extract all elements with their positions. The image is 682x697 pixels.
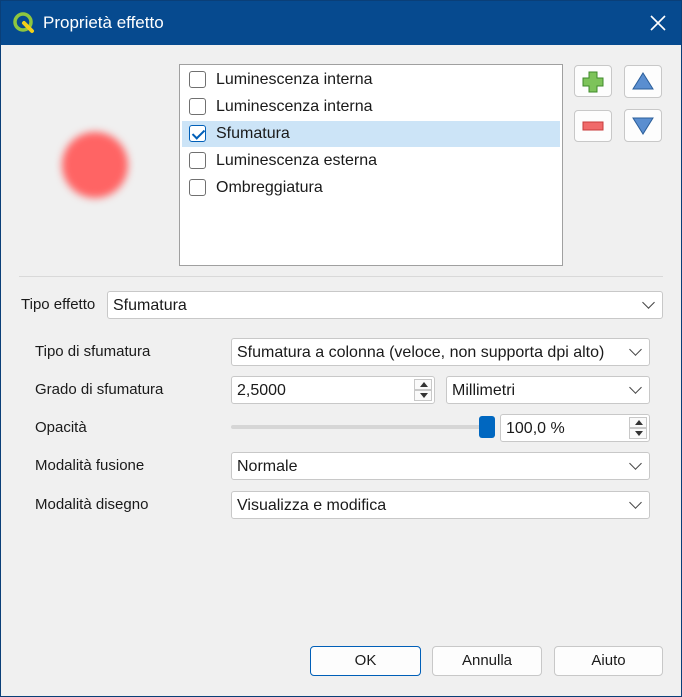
unit-value: Millimetri: [452, 382, 516, 399]
effect-item[interactable]: Luminescenza esterna: [182, 148, 560, 174]
remove-effect-button[interactable]: [574, 110, 612, 142]
effect-checkbox[interactable]: [189, 98, 206, 115]
draw-mode-label: Modalità disegno: [35, 496, 149, 513]
chevron-down-icon: [629, 496, 642, 509]
separator: [19, 276, 663, 277]
opacity-slider-thumb[interactable]: [479, 416, 495, 438]
unit-select[interactable]: Millimetri: [446, 376, 650, 404]
effect-label: Luminescenza interna: [216, 71, 373, 88]
move-up-button[interactable]: [624, 65, 662, 98]
qgis-logo-icon: [13, 12, 34, 33]
effect-item-selected[interactable]: Sfumatura: [182, 121, 560, 147]
arrow-up-icon: [632, 72, 654, 90]
draw-mode-value: Visualizza e modifica: [237, 497, 387, 514]
effects-list[interactable]: Luminescenza interna Luminescenza intern…: [179, 64, 563, 266]
effect-label: Ombreggiatura: [216, 179, 323, 196]
blend-mode-value: Normale: [237, 458, 298, 475]
plus-icon: [582, 71, 604, 93]
opacity-spinbox[interactable]: 100,0 %: [500, 414, 650, 442]
close-button[interactable]: [635, 1, 681, 45]
blend-mode-select[interactable]: Normale: [231, 452, 650, 480]
effect-label: Luminescenza esterna: [216, 152, 377, 169]
blend-mode-label: Modalità fusione: [35, 457, 145, 474]
chevron-down-icon: [629, 457, 642, 470]
blur-strength-label: Grado di sfumatura: [35, 381, 164, 398]
effect-type-select[interactable]: Sfumatura: [107, 291, 663, 319]
spin-arrows: [414, 379, 432, 401]
chevron-down-icon: [642, 296, 655, 309]
window-title: Proprietà effetto: [43, 13, 164, 32]
minus-icon: [582, 121, 604, 131]
arrow-down-icon: [632, 117, 654, 135]
blur-type-label: Tipo di sfumatura: [35, 343, 151, 360]
close-icon: [650, 15, 666, 31]
effect-label: Luminescenza interna: [216, 98, 373, 115]
title-bar: Proprietà effetto: [1, 1, 681, 45]
chevron-down-icon: [629, 343, 642, 356]
dialog-window: Proprietà effetto Luminescenza interna L…: [0, 0, 682, 697]
effect-checkbox[interactable]: [189, 152, 206, 169]
move-down-button[interactable]: [624, 109, 662, 142]
opacity-slider-track[interactable]: [231, 425, 491, 429]
opacity-value: 100,0 %: [506, 420, 565, 437]
effect-item[interactable]: Ombreggiatura: [182, 175, 560, 201]
blur-strength-spinbox[interactable]: 2,5000: [231, 376, 435, 404]
effect-label: Sfumatura: [216, 125, 290, 142]
effect-checkbox[interactable]: [189, 71, 206, 88]
effect-checkbox[interactable]: [189, 179, 206, 196]
ok-button[interactable]: OK: [310, 646, 421, 676]
effect-type-value: Sfumatura: [113, 297, 187, 314]
spin-up-button[interactable]: [414, 379, 432, 390]
help-button[interactable]: Aiuto: [554, 646, 663, 676]
draw-mode-select[interactable]: Visualizza e modifica: [231, 491, 650, 519]
blur-type-select[interactable]: Sfumatura a colonna (veloce, non support…: [231, 338, 650, 366]
spin-arrows: [629, 417, 647, 439]
blur-type-value: Sfumatura a colonna (veloce, non support…: [237, 344, 605, 361]
add-effect-button[interactable]: [574, 65, 612, 97]
cancel-button[interactable]: Annulla: [432, 646, 542, 676]
spin-down-button[interactable]: [629, 428, 647, 439]
blur-strength-value: 2,5000: [237, 382, 286, 399]
effect-preview: [62, 132, 128, 198]
opacity-label: Opacità: [35, 419, 87, 436]
effect-item[interactable]: Luminescenza interna: [182, 67, 560, 93]
spin-down-button[interactable]: [414, 390, 432, 401]
chevron-down-icon: [629, 381, 642, 394]
effect-type-label: Tipo effetto: [21, 296, 96, 313]
effect-checkbox-checked[interactable]: [189, 125, 206, 142]
spin-up-button[interactable]: [629, 417, 647, 428]
effect-item[interactable]: Luminescenza interna: [182, 94, 560, 120]
